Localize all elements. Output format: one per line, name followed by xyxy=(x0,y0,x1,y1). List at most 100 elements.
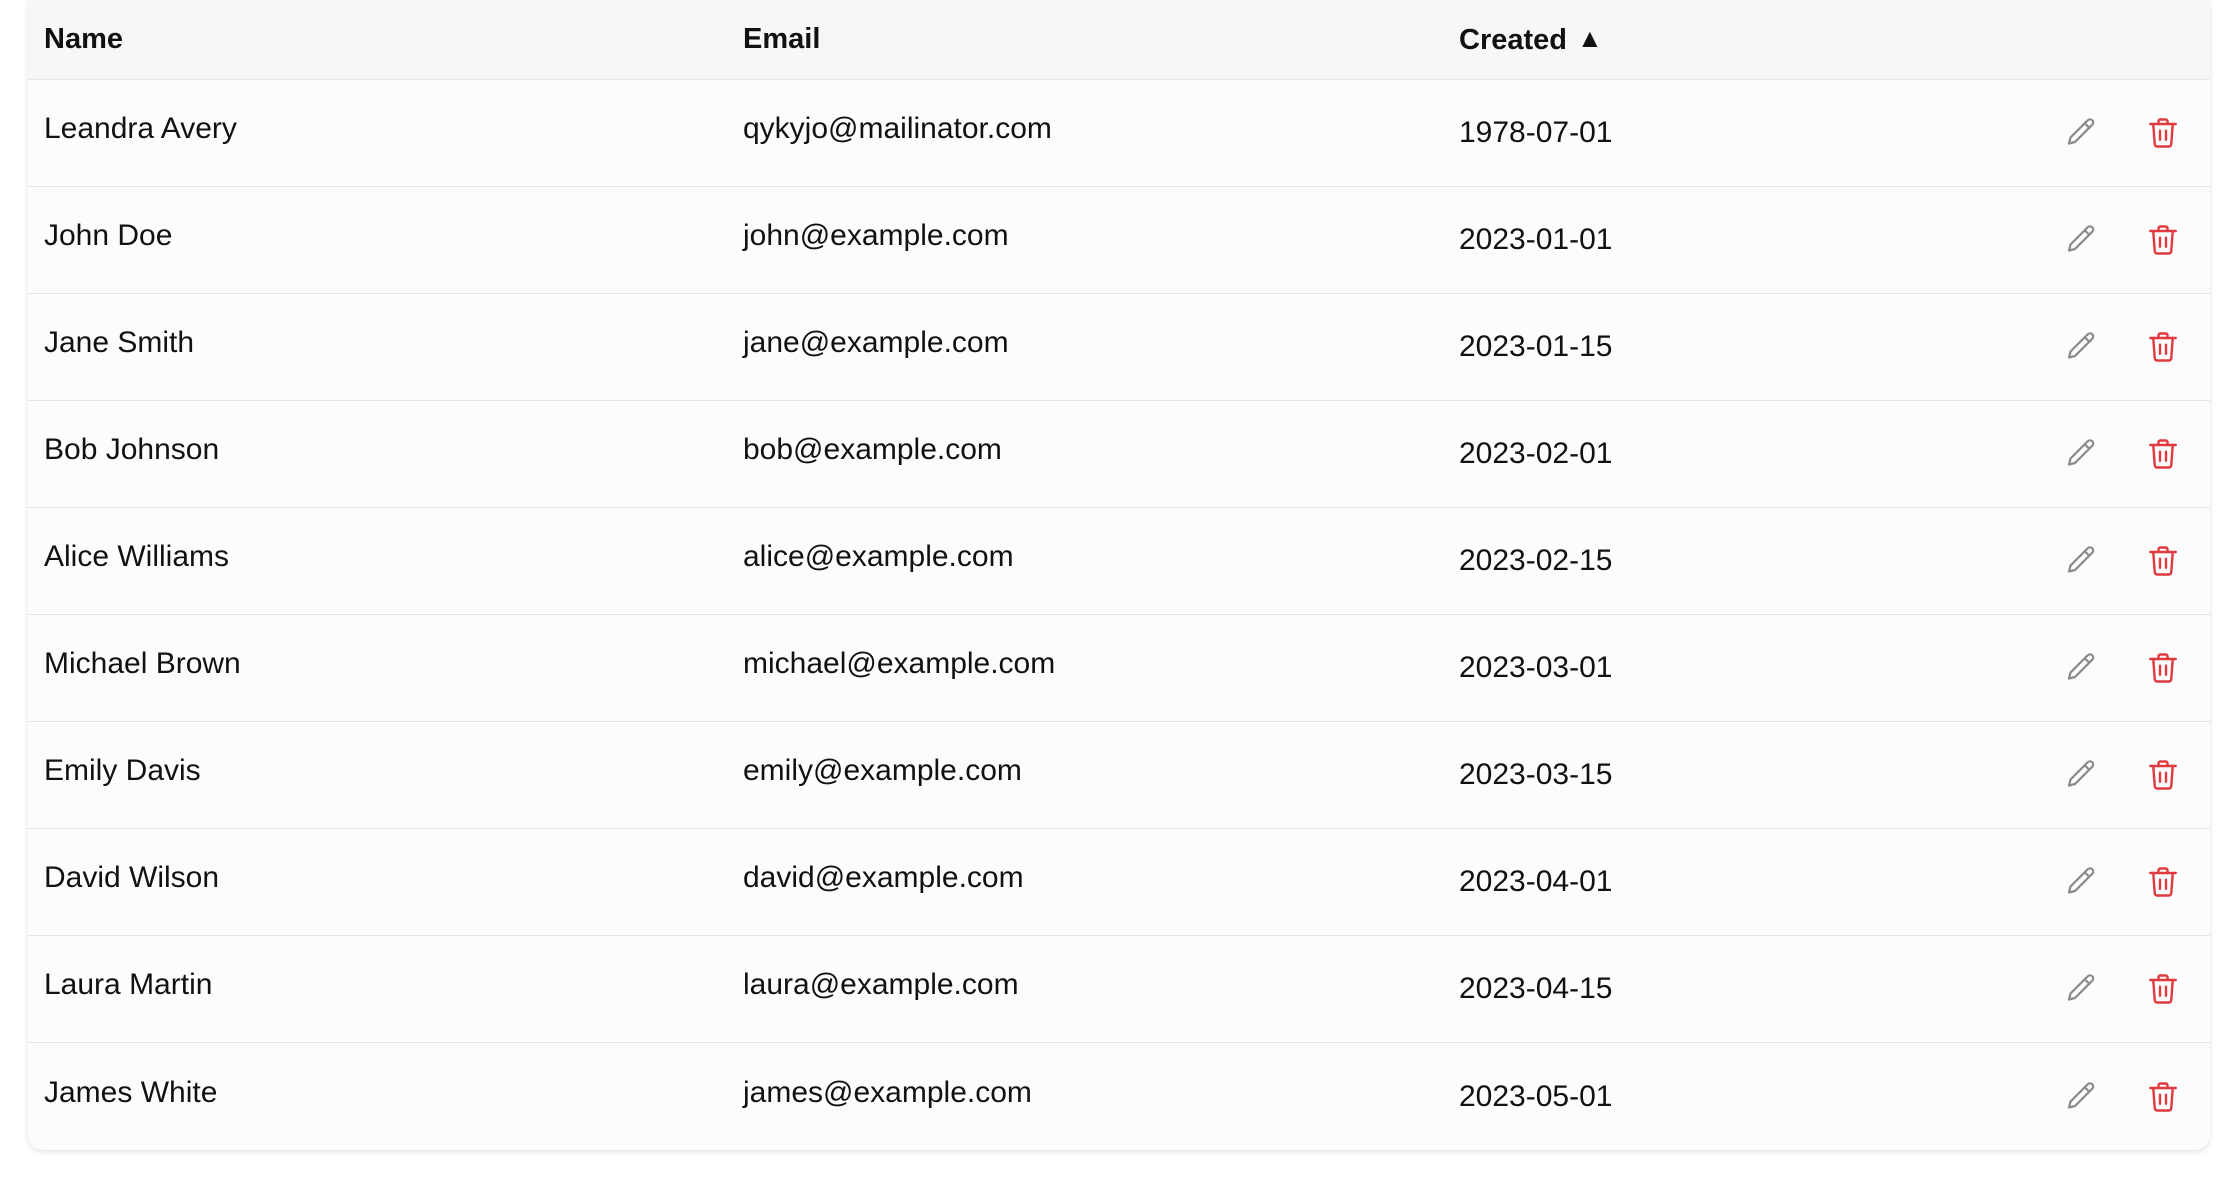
pencil-icon xyxy=(2063,971,2099,1007)
pencil-icon xyxy=(2063,757,2099,793)
pencil-icon xyxy=(2063,1079,2099,1115)
cell-email: michael@example.com xyxy=(743,647,1056,680)
cell-email: david@example.com xyxy=(743,861,1024,894)
users-table: Name Email Created ▲ Leandra Avery qykyjo@… xyxy=(28,0,2210,1150)
cell-created: 2023-04-15 xyxy=(1459,972,1613,1005)
cell-name: David Wilson xyxy=(44,861,220,894)
table-row: Bob Johnson bob@example.com 2023-02-01 xyxy=(28,401,2210,508)
table-row: Leandra Avery qykyjo@mailinator.com 1978-0… xyxy=(28,80,2210,187)
pencil-icon xyxy=(2063,543,2099,579)
table-row: Laura Martin laura@example.com 2023-04-15 xyxy=(28,936,2210,1043)
delete-button[interactable] xyxy=(2142,326,2184,368)
edit-button[interactable] xyxy=(2060,540,2102,582)
cell-name: Laura Martin xyxy=(44,968,213,1001)
delete-button[interactable] xyxy=(2142,433,2184,475)
sort-ascending-icon: ▲ xyxy=(1577,22,1603,53)
cell-name: Emily Davis xyxy=(44,754,201,787)
edit-button[interactable] xyxy=(2060,861,2102,903)
trash-icon xyxy=(2145,222,2181,258)
delete-button[interactable] xyxy=(2142,112,2184,154)
cell-created: 2023-03-01 xyxy=(1459,651,1613,684)
cell-name: Michael Brown xyxy=(44,647,241,680)
column-header-email-label: Email xyxy=(743,23,821,55)
delete-button[interactable] xyxy=(2142,754,2184,796)
table-row: Michael Brown michael@example.com 2023-03-… xyxy=(28,615,2210,722)
delete-button[interactable] xyxy=(2142,540,2184,582)
cell-created: 2023-03-15 xyxy=(1459,758,1613,791)
column-header-name[interactable]: Name xyxy=(28,25,743,54)
row-actions xyxy=(1999,433,2210,475)
row-actions xyxy=(1999,540,2210,582)
table-row: John Doe john@example.com 2023-01-01 xyxy=(28,187,2210,294)
delete-button[interactable] xyxy=(2142,647,2184,689)
cell-created: 2023-02-15 xyxy=(1459,544,1613,577)
column-header-name-label: Name xyxy=(44,23,123,55)
cell-name: John Doe xyxy=(44,219,173,252)
cell-created: 2023-05-01 xyxy=(1459,1079,1613,1113)
cell-created: 1978-07-01 xyxy=(1459,116,1613,149)
edit-button[interactable] xyxy=(2060,433,2102,475)
table-row: Emily Davis emily@example.com 2023-03-15 xyxy=(28,722,2210,829)
trash-icon xyxy=(2145,115,2181,151)
cell-email: john@example.com xyxy=(743,219,1009,252)
cell-name: Bob Johnson xyxy=(44,433,220,466)
cell-name: Jane Smith xyxy=(44,326,195,359)
row-actions xyxy=(1999,968,2210,1010)
delete-button[interactable] xyxy=(2142,219,2184,261)
table-header: Name Email Created ▲ xyxy=(28,0,2210,80)
cell-name: Alice Williams xyxy=(44,540,230,573)
column-header-email[interactable]: Email xyxy=(743,25,1459,54)
pencil-icon xyxy=(2063,436,2099,472)
edit-button[interactable] xyxy=(2060,754,2102,796)
table-body: Leandra Avery qykyjo@mailinator.com 1978-0… xyxy=(28,80,2210,1150)
cell-email: qykyjo@mailinator.com xyxy=(743,112,1052,145)
edit-button[interactable] xyxy=(2060,968,2102,1010)
cell-created: 2023-01-15 xyxy=(1459,330,1613,363)
edit-button[interactable] xyxy=(2060,219,2102,261)
delete-button[interactable] xyxy=(2142,861,2184,903)
pencil-icon xyxy=(2063,222,2099,258)
edit-button[interactable] xyxy=(2060,647,2102,689)
table-row: David Wilson david@example.com 2023-04-01 xyxy=(28,829,2210,936)
cell-created: 2023-04-01 xyxy=(1459,865,1613,898)
cell-created: 2023-02-01 xyxy=(1459,437,1613,470)
delete-button[interactable] xyxy=(2142,1076,2184,1118)
pencil-icon xyxy=(2063,329,2099,365)
pencil-icon xyxy=(2063,650,2099,686)
row-actions xyxy=(1999,1076,2210,1118)
pencil-icon xyxy=(2063,864,2099,900)
trash-icon xyxy=(2145,757,2181,793)
cell-name: James White xyxy=(44,1075,218,1109)
cell-email: jane@example.com xyxy=(743,326,1009,359)
column-header-created[interactable]: Created ▲ xyxy=(1459,25,1999,55)
table-row: Alice Williams alice@example.com 2023-02-1… xyxy=(28,508,2210,615)
cell-name: Leandra Avery xyxy=(44,112,237,145)
row-actions xyxy=(1999,219,2210,261)
edit-button[interactable] xyxy=(2060,326,2102,368)
row-actions xyxy=(1999,326,2210,368)
row-actions xyxy=(1999,647,2210,689)
trash-icon xyxy=(2145,329,2181,365)
cell-email: bob@example.com xyxy=(743,433,1002,466)
row-actions xyxy=(1999,754,2210,796)
trash-icon xyxy=(2145,864,2181,900)
trash-icon xyxy=(2145,436,2181,472)
trash-icon xyxy=(2145,650,2181,686)
row-actions xyxy=(1999,861,2210,903)
trash-icon xyxy=(2145,1079,2181,1115)
edit-button[interactable] xyxy=(2060,1076,2102,1118)
cell-email: laura@example.com xyxy=(743,968,1019,1001)
cell-created: 2023-01-01 xyxy=(1459,223,1613,256)
column-header-created-label: Created xyxy=(1459,23,1567,56)
cell-email: james@example.com xyxy=(743,1075,1032,1109)
pencil-icon xyxy=(2063,115,2099,151)
row-actions xyxy=(1999,112,2210,154)
cell-email: alice@example.com xyxy=(743,540,1014,573)
table-row: Jane Smith jane@example.com 2023-01-15 xyxy=(28,294,2210,401)
trash-icon xyxy=(2145,971,2181,1007)
cell-email: emily@example.com xyxy=(743,754,1022,787)
table-row: James White james@example.com 2023-05-01 xyxy=(28,1043,2210,1150)
trash-icon xyxy=(2145,543,2181,579)
delete-button[interactable] xyxy=(2142,968,2184,1010)
edit-button[interactable] xyxy=(2060,112,2102,154)
